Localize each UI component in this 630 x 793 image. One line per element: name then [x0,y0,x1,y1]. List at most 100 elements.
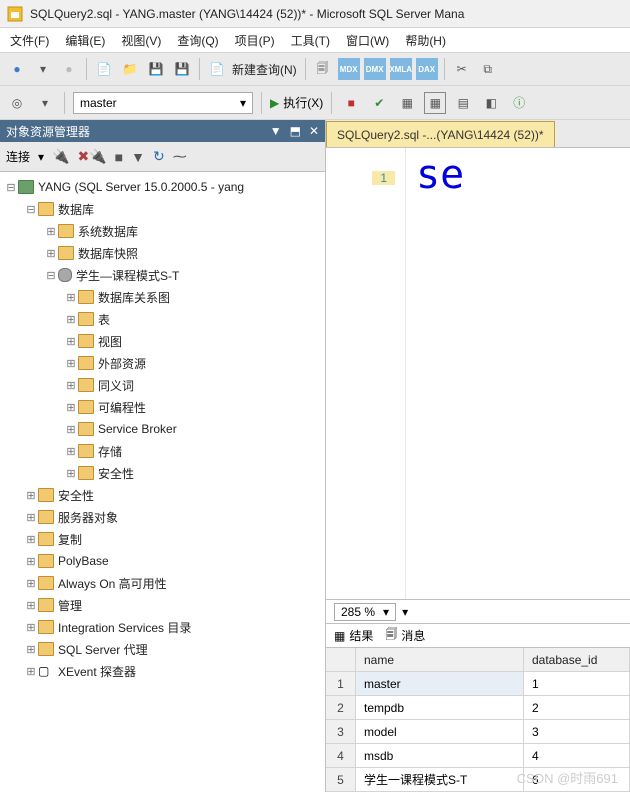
table-row[interactable]: 4 msdb 4 [326,744,630,768]
node-snapshot[interactable]: 数据库快照 [78,245,138,262]
node-polybase[interactable]: PolyBase [58,554,109,568]
expand-icon[interactable]: ⊞ [24,599,38,612]
node-storage[interactable]: 存储 [98,443,122,460]
include-plan-icon[interactable]: ◧ [480,92,502,114]
node-prog[interactable]: 可编程性 [98,399,146,416]
save-all-icon[interactable]: 💾 [171,58,193,80]
expand-icon[interactable]: ⊞ [64,357,78,370]
refresh-icon[interactable]: ↻ [153,148,165,165]
parse-icon[interactable]: ✔ [368,92,390,114]
menu-edit[interactable]: 编辑(E) [65,32,105,49]
zoom-select[interactable]: 285 % ▾ [334,603,396,621]
expand-icon[interactable]: ⊞ [64,467,78,480]
node-sec-inner[interactable]: 安全性 [98,465,134,482]
expand-icon[interactable]: ⊞ [64,335,78,348]
table-row[interactable]: 2 tempdb 2 [326,696,630,720]
back-button[interactable]: ● [6,58,28,80]
code-content[interactable]: se [406,148,474,599]
tab-results[interactable]: ▦结果 [334,627,373,644]
node-replication[interactable]: 复制 [58,531,82,548]
menu-view[interactable]: 视图(V) [121,32,161,49]
table-row[interactable]: 1 master 1 [326,672,630,696]
expand-icon[interactable]: ⊞ [24,511,38,524]
node-views[interactable]: 视图 [98,333,122,350]
node-student-db[interactable]: 学生—课程模式S-T [76,267,179,284]
expand-icon[interactable]: ⊞ [24,665,38,678]
node-xevent[interactable]: XEvent 探查器 [58,663,136,680]
dmx-icon[interactable]: DMX [364,58,386,80]
back-drop-icon[interactable]: ▾ [32,58,54,80]
fwd-button[interactable]: ● [58,58,80,80]
node-diagrams[interactable]: 数据库关系图 [98,289,170,306]
database-selector[interactable]: master ▾ [73,92,253,114]
pin-icon[interactable]: ⬒ [290,124,301,138]
execute-button[interactable]: ▶ 执行(X) [270,94,323,111]
expand-icon[interactable]: ⊞ [24,555,38,568]
stats-icon[interactable]: ⓘ [508,92,530,114]
expand-icon[interactable]: ⊞ [24,577,38,590]
new-query-icon[interactable]: 📄 [206,58,228,80]
activity-icon[interactable]: ⁓ [173,148,187,165]
expand-icon[interactable]: ⊞ [44,225,58,238]
table-row[interactable]: 3 model 3 [326,720,630,744]
menu-tools[interactable]: 工具(T) [291,32,330,49]
node-tables[interactable]: 表 [98,311,110,328]
results-text-icon[interactable]: ▤ [452,92,474,114]
close-icon[interactable]: ✕ [309,124,319,138]
cut-icon[interactable]: ✂ [451,58,473,80]
node-agent[interactable]: SQL Server 代理 [58,641,148,658]
collapse-icon[interactable]: ⊟ [44,269,58,282]
new-query-button[interactable]: 新建查询(N) [232,61,297,78]
node-broker[interactable]: Service Broker [98,422,177,436]
node-databases[interactable]: 数据库 [58,201,94,218]
xmla-icon[interactable]: XMLA [390,58,412,80]
node-management[interactable]: 管理 [58,597,82,614]
code-editor[interactable]: 1 se [326,148,630,599]
open-icon[interactable]: 📁 [119,58,141,80]
dax-icon[interactable]: DAX [416,58,438,80]
expand-icon[interactable]: ⊞ [24,621,38,634]
resize-icon[interactable]: ▾ [402,605,408,619]
expand-icon[interactable]: ⊞ [64,313,78,326]
expand-icon[interactable]: ⊞ [64,379,78,392]
status-icon[interactable]: ◎ [6,92,28,114]
node-integration[interactable]: Integration Services 目录 [58,619,191,636]
expand-icon[interactable]: ⊞ [24,489,38,502]
node-security[interactable]: 安全性 [58,487,94,504]
mdx-icon[interactable]: MDX [338,58,360,80]
save-icon[interactable]: 💾 [145,58,167,80]
menu-file[interactable]: 文件(F) [10,32,49,49]
connect-label[interactable]: 连接 [6,148,30,165]
query-type-icon[interactable]: 🗐 [312,58,334,80]
editor-tab[interactable]: SQLQuery2.sql -...(YANG\14424 (52))* [326,121,555,147]
collapse-icon[interactable]: ⊟ [4,181,18,194]
menu-help[interactable]: 帮助(H) [405,32,446,49]
results-grid-icon[interactable]: ▦ [424,92,446,114]
col-header-name[interactable]: name [356,648,524,672]
disconnect-icon[interactable]: ✖🔌 [77,148,106,165]
collapse-icon[interactable]: ⊟ [24,203,38,216]
node-server-obj[interactable]: 服务器对象 [58,509,118,526]
expand-icon[interactable]: ⊞ [64,445,78,458]
expand-icon[interactable]: ⊞ [24,533,38,546]
dropdown-icon[interactable]: ▾ [34,92,56,114]
expand-icon[interactable]: ⊞ [64,291,78,304]
expand-icon[interactable]: ⊞ [44,247,58,260]
menu-window[interactable]: 窗口(W) [346,32,389,49]
node-sysdb[interactable]: 系统数据库 [78,223,138,240]
expand-icon[interactable]: ⊞ [64,423,78,436]
menu-query[interactable]: 查询(Q) [177,32,218,49]
stop-icon[interactable]: ■ [115,149,123,165]
stop-icon[interactable]: ■ [340,92,362,114]
filter-icon[interactable]: ▼ [131,149,145,165]
menu-project[interactable]: 项目(P) [235,32,275,49]
copy-icon[interactable]: ⧉ [477,58,499,80]
server-node[interactable]: YANG (SQL Server 15.0.2000.5 - yang [38,180,244,194]
plan-icon[interactable]: ▦ [396,92,418,114]
expand-icon[interactable]: ⊞ [64,401,78,414]
col-header-dbid[interactable]: database_id [524,648,630,672]
new-file-icon[interactable]: 📄 [93,58,115,80]
node-alwayson[interactable]: Always On 高可用性 [58,575,167,592]
dropdown-icon[interactable]: ▼ [270,124,282,138]
expand-icon[interactable]: ⊞ [24,643,38,656]
